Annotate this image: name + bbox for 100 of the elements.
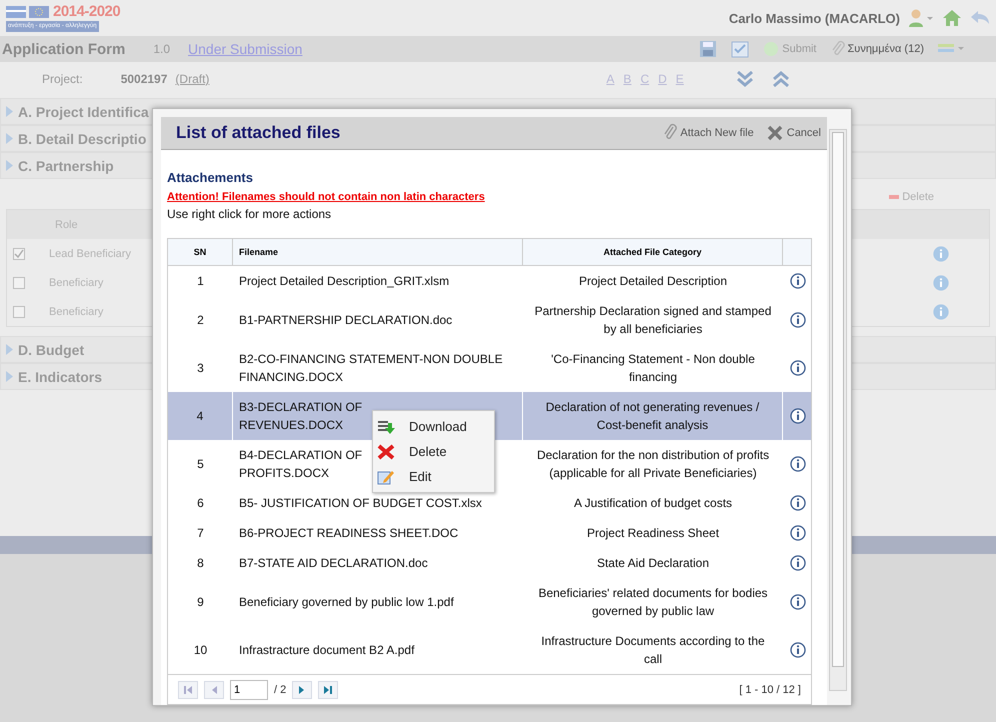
column-header: Attached File Category	[523, 239, 783, 265]
serial-number: 4	[196, 408, 204, 425]
collapsed-arrow-icon[interactable]	[5, 344, 14, 355]
next-page-button[interactable]	[292, 680, 312, 698]
partner-role: Beneficiary	[49, 276, 104, 288]
paperclip-icon	[830, 40, 844, 58]
file-name: B4-DECLARATION OF PROFITS.DOCX	[239, 447, 362, 482]
serial-number: 1	[197, 273, 204, 290]
file-category: Partnership Declaration signed and stamped by all beneficiaries	[534, 303, 772, 338]
attachments-button[interactable]: Συνημμένα (12)	[830, 40, 924, 58]
serial-number: 9	[197, 594, 204, 611]
minus-icon	[889, 195, 900, 199]
delete-icon	[377, 444, 395, 460]
info-icon[interactable]	[790, 273, 806, 289]
file-name: Beneficiary governed by public low 1.pdf	[239, 594, 454, 611]
file-name: B5- JUSTIFICATION OF BUDGET COST.xlsx	[239, 495, 482, 512]
checklist-icon[interactable]	[731, 40, 750, 58]
next-icon	[299, 686, 306, 694]
project-number: 5002197	[120, 72, 168, 86]
serial-number: 7	[197, 525, 204, 542]
file-category: A Justification of budget costs	[574, 495, 732, 512]
section-title: A. Project Identifica	[18, 104, 149, 120]
file-name: B2-CO-FINANCING STATEMENT-NON DOUBLE FINANCING.DOCX	[239, 351, 504, 386]
attachments-heading: Attachements	[167, 170, 254, 185]
first-page-icon	[184, 686, 192, 694]
collapsed-arrow-icon[interactable]	[5, 160, 14, 171]
file-name: B7-STATE AID DECLARATION.doc	[239, 555, 428, 572]
dialog-title: List of attached files	[176, 123, 340, 143]
checkbox[interactable]	[13, 276, 25, 288]
file-name: B6-PROJECT READINESS SHEET.DOC	[239, 525, 458, 542]
last-page-icon	[324, 686, 332, 694]
previous-page-button[interactable]	[204, 680, 224, 698]
checkbox[interactable]	[13, 306, 25, 318]
version-number: 1.0	[153, 42, 170, 56]
collapsed-arrow-icon[interactable]	[5, 371, 14, 382]
partner-role: Lead Beneficiary	[49, 248, 131, 260]
menu-item[interactable]: Edit	[373, 464, 494, 489]
file-name: Infrastracture document B2 A.pdf	[239, 642, 414, 659]
collapsed-arrow-icon[interactable]	[5, 133, 14, 144]
hint-text: Use right click for more actions	[167, 207, 332, 221]
section-title: C. Partnership	[18, 158, 114, 174]
file-category: 'Co-Financing Statement - Non double financing	[550, 351, 756, 386]
scrollbar[interactable]	[829, 129, 847, 691]
file-category: Declaration of not generating revenues / Cost-benefit analysis	[544, 399, 760, 434]
previous-icon	[211, 686, 217, 694]
info-icon[interactable]	[790, 360, 806, 376]
column-header: Filename	[233, 239, 523, 265]
warning-text: Attention! Filenames should not contain non latin characters	[167, 191, 486, 203]
column-header: SN	[168, 239, 233, 265]
page-total: / 2	[274, 684, 286, 696]
collapsed-arrow-icon[interactable]	[5, 106, 14, 117]
info-icon[interactable]	[790, 495, 806, 511]
menu-item[interactable]: Download	[373, 414, 494, 439]
serial-number: 2	[197, 312, 204, 329]
home-icon[interactable]	[942, 9, 962, 27]
info-icon[interactable]	[790, 642, 806, 658]
edit-icon	[377, 468, 395, 484]
menu-item[interactable]: Delete	[373, 439, 494, 464]
serial-number: 5	[197, 456, 204, 473]
flag-icon	[6, 5, 50, 19]
download-icon	[377, 418, 395, 434]
file-category: Infrastructure Documents according to the call	[540, 633, 766, 668]
file-name: B3-DECLARATION OF REVENUES.DOCX	[239, 399, 362, 434]
save-icon[interactable]	[699, 40, 718, 58]
expand-all-icon[interactable]	[736, 71, 754, 87]
file-category: Beneficiaries' related documents for bodies governed by public law	[537, 585, 769, 620]
form-title: Application Form	[2, 40, 126, 58]
info-icon[interactable]	[790, 408, 806, 424]
file-category: Project Detailed Description	[578, 273, 728, 290]
project-label: Project:	[42, 72, 83, 86]
collapse-all-icon[interactable]	[772, 71, 790, 87]
section-title: B. Detail Descriptio	[18, 130, 146, 146]
last-page-button[interactable]	[318, 680, 338, 698]
serial-number: 10	[194, 642, 208, 659]
user-icon[interactable]	[908, 8, 934, 28]
info-icon[interactable]	[790, 594, 806, 610]
file-name: B1-PARTNERSHIP DECLARATION.doc	[239, 312, 452, 329]
info-icon[interactable]	[790, 555, 806, 571]
section-title: E. Indicators	[18, 368, 102, 384]
file-category: State Aid Declaration	[596, 555, 710, 572]
first-page-button[interactable]	[178, 680, 198, 698]
serial-number: 6	[197, 495, 204, 512]
attach-new-file-button[interactable]: Attach New file	[657, 123, 760, 143]
info-icon[interactable]	[790, 525, 806, 541]
section-title: D. Budget	[18, 342, 84, 358]
page-input[interactable]: 1	[230, 680, 268, 700]
file-category: Project Readiness Sheet	[586, 525, 720, 542]
file-name: Project Detailed Description_GRIT.xlsm	[239, 273, 450, 290]
partner-role: Beneficiary	[49, 306, 104, 318]
info-icon[interactable]	[790, 456, 806, 472]
logo-years: 2014-2020	[53, 4, 120, 20]
serial-number: 8	[197, 555, 204, 572]
project-state: (Draft)	[175, 72, 210, 86]
user-name: Carlo Massimo (MACARLO)	[728, 10, 900, 26]
checkbox[interactable]	[13, 248, 25, 260]
info-icon[interactable]	[790, 312, 806, 328]
close-icon	[766, 124, 784, 142]
cancel-button[interactable]: Cancel	[760, 124, 827, 142]
record-range: [ 1 - 10 / 12 ]	[739, 684, 801, 696]
file-category: Declaration for the non distribution of profits (applicable for all Private Beneficiaries)	[536, 447, 770, 482]
